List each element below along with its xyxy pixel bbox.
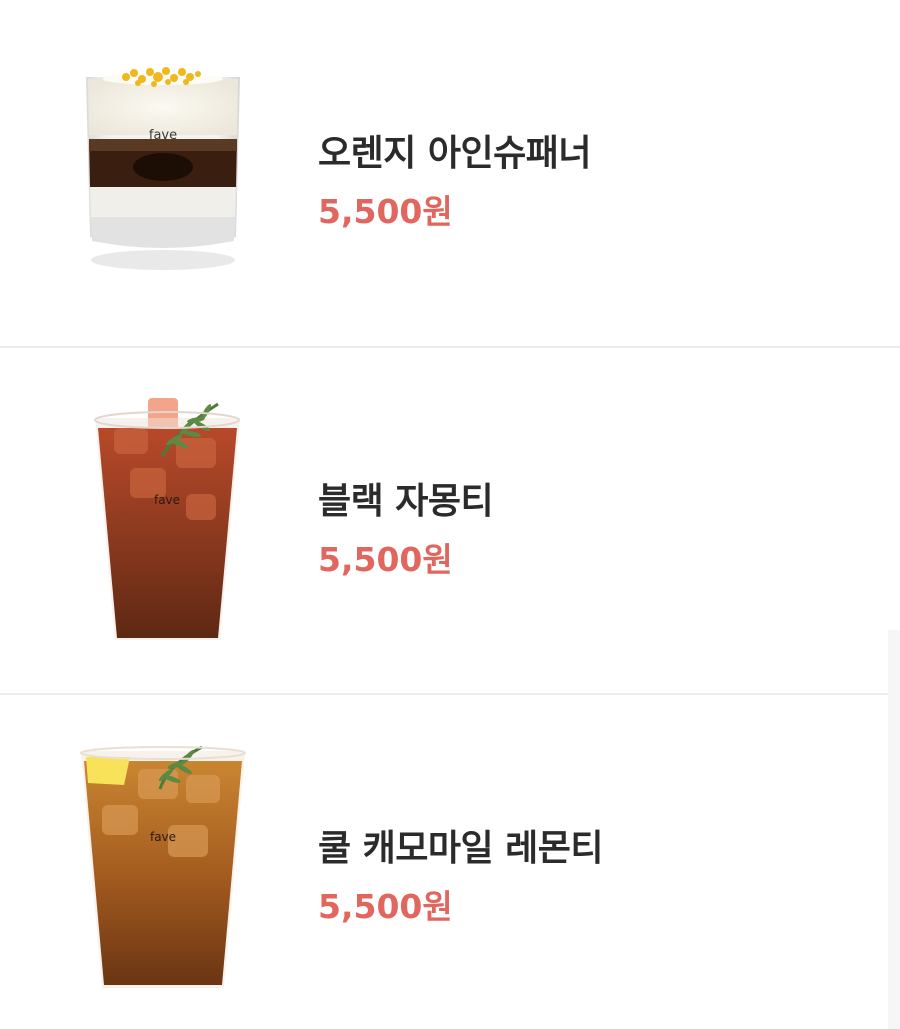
item-price: 5,500원 [318, 540, 453, 579]
image-label: fave [154, 493, 180, 507]
menu-item[interactable]: fave 오렌지 아인슈패너 5,500원 [0, 0, 900, 346]
menu-item[interactable]: fave 쿨 캐모마일 레몬티 5,500원 [0, 695, 900, 1029]
item-price: 5,500원 [318, 887, 453, 926]
image-label: fave [149, 128, 177, 143]
drink-image-einspanner: fave [86, 67, 240, 270]
scrollbar-track[interactable] [888, 630, 900, 1029]
menu-list: fave 오렌지 아인슈패너 5,500원 fave 블랙 자몽티 5,500원… [0, 0, 900, 1029]
item-name: 오렌지 아인슈패너 [318, 133, 592, 174]
image-label: fave [150, 830, 176, 844]
drink-image-chamomile-lemon-tea: fave [80, 745, 246, 988]
item-price: 5,500원 [318, 192, 453, 231]
drink-image-grapefruit-tea: fave [94, 398, 240, 640]
item-name: 블랙 자몽티 [318, 481, 494, 522]
menu-item[interactable]: fave 블랙 자몽티 5,500원 [0, 348, 900, 693]
item-name: 쿨 캐모마일 레몬티 [318, 828, 604, 869]
